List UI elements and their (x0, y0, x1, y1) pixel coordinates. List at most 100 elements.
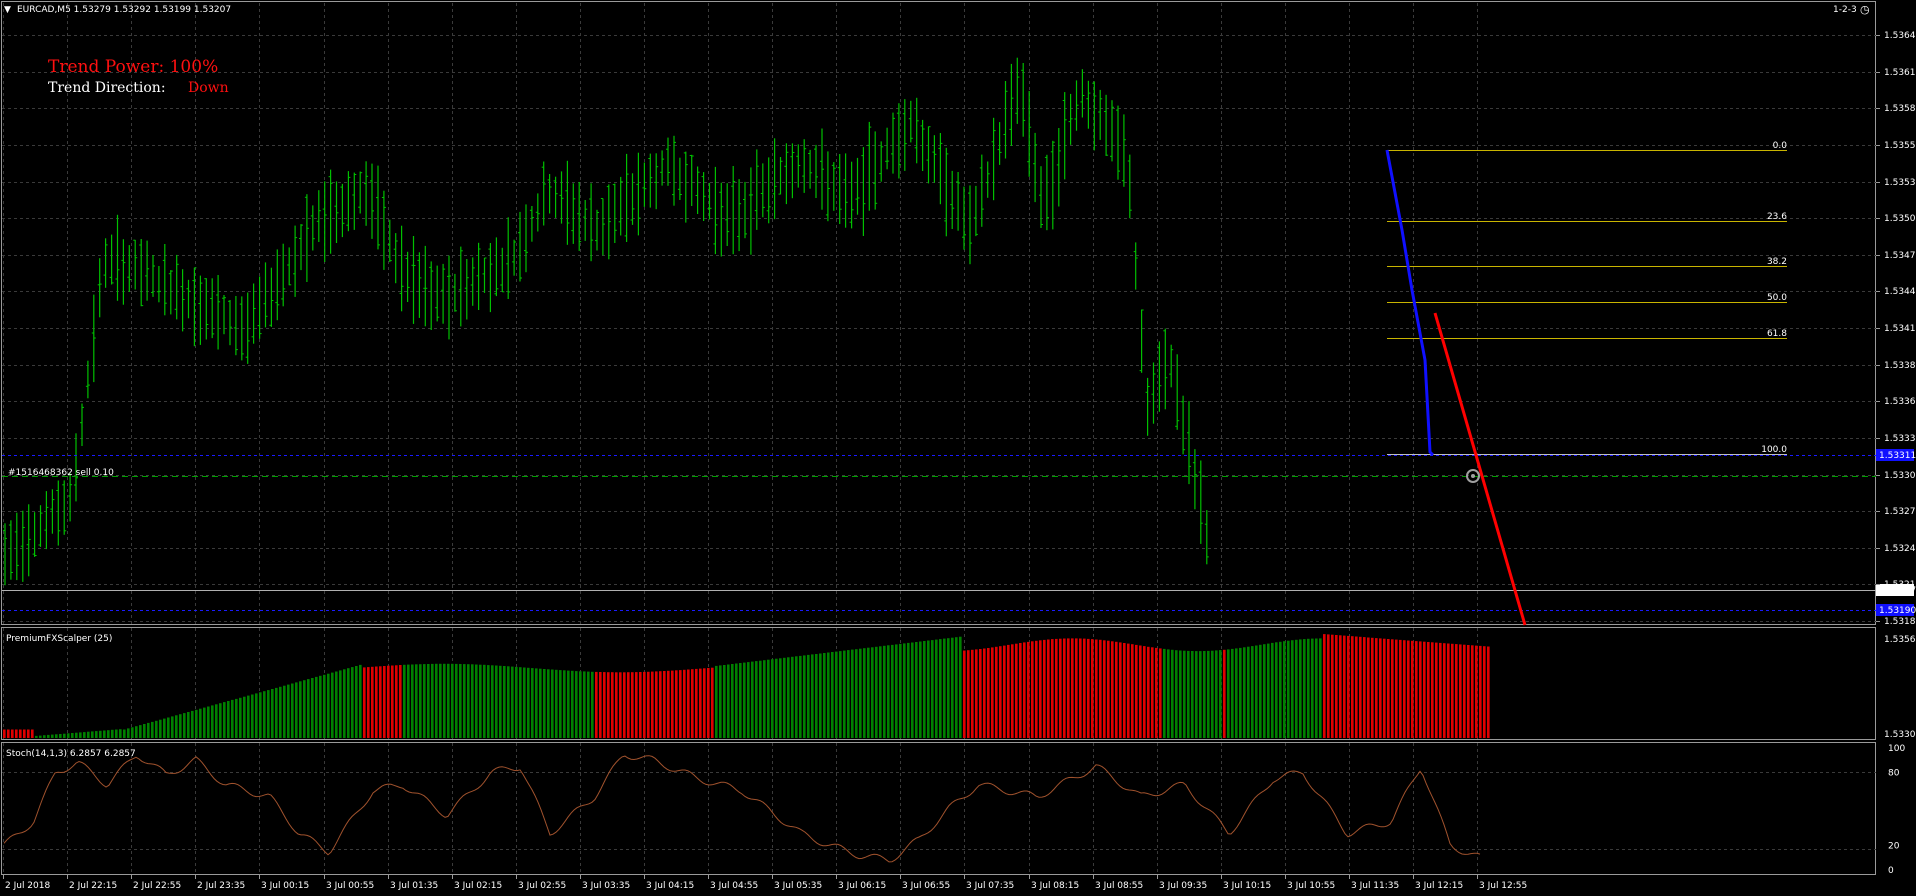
scalper-bar (947, 638, 950, 738)
trading-chart-window[interactable]: 0.0 23.6 38.2 50.0 61.8 100.0 1.53311 1.53207 1… (0, 0, 1916, 896)
scalper-bar (463, 664, 466, 738)
corner-label: 1-2-3 (1833, 5, 1857, 15)
scalper-bar (1347, 635, 1350, 738)
scalper-bar (843, 650, 846, 738)
scalper-bar (1087, 638, 1090, 738)
scalper-bar (1451, 643, 1454, 738)
scalper-bar (899, 643, 902, 738)
scalper-bar (1359, 636, 1362, 738)
time-tick-label: 3 Jul 10:15 (1223, 881, 1271, 891)
scalper-bar (151, 721, 154, 738)
fib-level-label: 23.6 (1767, 212, 1787, 222)
scalper-bar (323, 674, 326, 738)
fib-level-label: 61.8 (1767, 329, 1787, 339)
scalper-bar (403, 664, 406, 738)
scalper-bar (999, 646, 1002, 738)
scalper-bar (551, 669, 554, 738)
scalper-bar (383, 666, 386, 738)
clock-icon[interactable]: ◷ (1860, 3, 1870, 16)
scalper-bar (1403, 640, 1406, 738)
stoch-tick-label: 20 (1888, 842, 1900, 852)
scalper-bar (239, 697, 242, 738)
scalper-bar (783, 657, 786, 738)
price-tick-label: 1.53215 (1884, 580, 1916, 590)
scalper-bar (603, 672, 606, 738)
scalper-bar (259, 692, 262, 738)
scalper-bar (715, 665, 718, 738)
scalper-bar (147, 722, 150, 738)
price-tick-label: 1.53330 (1884, 434, 1916, 444)
scalper-bar (1263, 644, 1266, 738)
scalper-bar (207, 706, 210, 738)
scalper-bar (727, 664, 730, 738)
scalper-bar (1411, 640, 1414, 738)
scalper-bar (831, 652, 834, 738)
scalper-bar (1143, 646, 1146, 738)
scalper-bar (579, 671, 582, 738)
scalper-bar (475, 664, 478, 738)
time-tick-label: 3 Jul 01:35 (390, 881, 438, 891)
scalper-bar (1227, 649, 1230, 738)
scalper-bar (851, 649, 854, 738)
scalper-bar (1427, 642, 1430, 738)
scalper-bar (343, 669, 346, 738)
scalper-bar (1119, 642, 1122, 738)
scalper-bar (203, 707, 206, 738)
symbol-arrow-icon[interactable]: ▼ (4, 5, 11, 15)
scalper-bar (211, 705, 214, 738)
scalper-bar (467, 664, 470, 738)
scalper-bar (1383, 638, 1386, 738)
scalper-bar (1251, 646, 1254, 738)
scalper-bar (327, 673, 330, 738)
scalper-bar (159, 719, 162, 738)
scalper-bar (1243, 647, 1246, 738)
scalper-bar (287, 684, 290, 738)
scalper-bar (31, 729, 34, 738)
scalper-bar (555, 669, 558, 738)
scalper-bar (823, 653, 826, 738)
scalper-bar (431, 663, 434, 738)
time-tick-label: 3 Jul 10:55 (1287, 881, 1335, 891)
scalper-bar (1191, 651, 1194, 738)
scalper-bar (647, 671, 650, 738)
scalper-bar (1323, 634, 1326, 738)
scalper-bar (735, 663, 738, 738)
scalper-bar (215, 704, 218, 738)
scalper-bar (1483, 646, 1486, 738)
scalper-bar (199, 708, 202, 738)
scalper-bar (1355, 636, 1358, 738)
scalper-bar (923, 641, 926, 738)
scalper-bar (367, 667, 370, 738)
fib-level-label: 50.0 (1767, 293, 1787, 303)
scalper-bar (519, 667, 522, 738)
scalper-bar (491, 665, 494, 738)
scalper-bar (1255, 645, 1258, 738)
scalper-bar (1175, 650, 1178, 738)
scalper-bar (47, 734, 50, 738)
scalper-bar (1003, 645, 1006, 738)
scalper-bar (1455, 644, 1458, 738)
scalper-bar (75, 732, 78, 738)
scalper-bar (895, 644, 898, 738)
chart-canvas[interactable]: 0.023.638.250.061.8100.0 1.533111.532071… (0, 0, 1916, 896)
price-tick-label: 1.53300 (1884, 471, 1916, 481)
scalper-bar (651, 671, 654, 738)
scalper-bar (1239, 647, 1242, 738)
scalper-bar (391, 665, 394, 738)
scalper-bar (419, 664, 422, 738)
scalper-bar (655, 671, 658, 738)
scalper-bar (711, 667, 714, 738)
scalper-bar (619, 672, 622, 738)
scalper-bar (267, 690, 270, 738)
price-tick-label: 1.53610 (1884, 68, 1916, 78)
scalper-bar (1027, 641, 1030, 738)
scalper-bar (987, 648, 990, 738)
scalper-bar (91, 731, 94, 738)
scalper-bar (191, 710, 194, 738)
scalper-bar (1423, 641, 1426, 738)
time-tick-label: 3 Jul 00:15 (261, 881, 309, 891)
scalper-bar (495, 665, 498, 738)
scalper-bar (807, 654, 810, 738)
scalper-axis-bottom: 1.53301 (1884, 730, 1916, 740)
scalper-bar (355, 666, 358, 738)
